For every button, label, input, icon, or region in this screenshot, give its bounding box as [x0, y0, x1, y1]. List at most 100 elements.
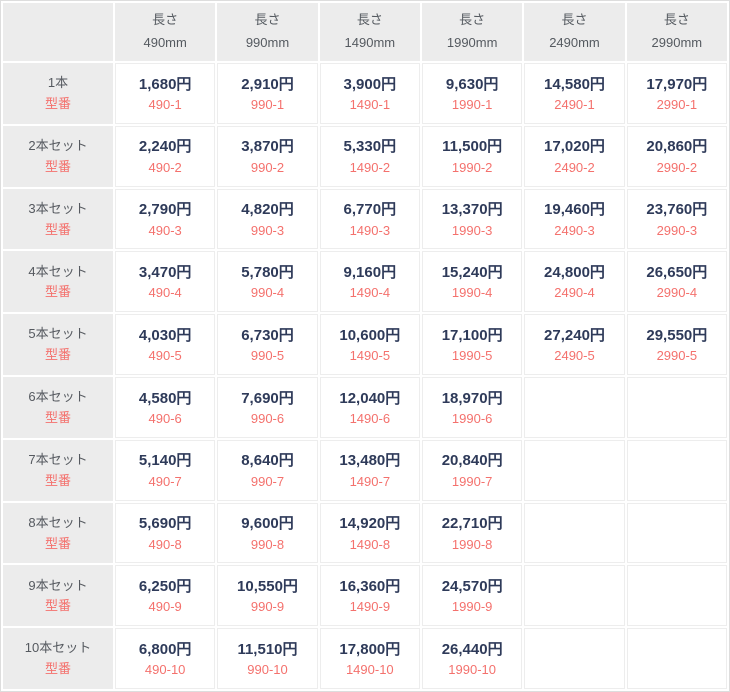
model-code-link[interactable]: 1990-8	[452, 536, 492, 554]
model-code-link[interactable]: 1990-5	[452, 347, 492, 365]
model-number-link[interactable]: 型番	[45, 220, 71, 240]
model-code-link[interactable]: 1990-6	[452, 410, 492, 428]
price-cell: 6,770円1490-3	[320, 189, 420, 250]
model-code-link[interactable]: 990-3	[251, 222, 284, 240]
table-row: 3本セット型番 2,790円490-3 4,820円990-3 6,770円1490-…	[3, 189, 727, 250]
length-value: 1490mm	[320, 32, 420, 55]
price-cell: 7,690円990-6	[217, 377, 317, 438]
price-cell: 5,690円490-8	[115, 503, 215, 564]
model-code-link[interactable]: 2990-5	[657, 347, 697, 365]
model-code-link[interactable]: 990-4	[251, 284, 284, 302]
model-code-link[interactable]: 1490-3	[350, 222, 390, 240]
price-cell: 26,440円1990-10	[422, 628, 522, 689]
model-code-link[interactable]: 490-1	[149, 96, 182, 114]
model-code-link[interactable]: 1990-1	[452, 96, 492, 114]
model-code-link[interactable]: 490-7	[149, 473, 182, 491]
model-code-link[interactable]: 490-8	[149, 536, 182, 554]
price-value: 23,760円	[628, 198, 726, 221]
row-label-cell: 8本セット型番	[3, 503, 113, 564]
price-value: 6,770円	[321, 198, 419, 221]
model-code-link[interactable]: 2990-3	[657, 222, 697, 240]
price-cell: 16,360円1490-9	[320, 565, 420, 626]
model-number-link[interactable]: 型番	[45, 659, 71, 679]
model-code-link[interactable]: 990-7	[251, 473, 284, 491]
model-code-link[interactable]: 990-6	[251, 410, 284, 428]
model-code-link[interactable]: 1990-4	[452, 284, 492, 302]
model-code-link[interactable]: 990-10	[247, 661, 287, 679]
model-code-link[interactable]: 990-9	[251, 598, 284, 616]
model-code-link[interactable]: 1990-9	[452, 598, 492, 616]
price-value: 17,100円	[423, 324, 521, 347]
model-code-link[interactable]: 490-10	[145, 661, 185, 679]
length-word: 長さ	[115, 9, 215, 32]
table-row: 5本セット型番4,030円490-56,730円990-510,600円1490…	[3, 314, 727, 375]
model-code-link[interactable]: 2490-4	[554, 284, 594, 302]
model-code-link[interactable]: 990-5	[251, 347, 284, 365]
length-value: 2490mm	[524, 32, 624, 55]
length-word: 長さ	[524, 9, 624, 32]
model-code-link[interactable]: 1990-2	[452, 159, 492, 177]
set-label: 3本セット	[3, 199, 113, 220]
model-code-link[interactable]: 490-3	[149, 222, 182, 240]
model-code-link[interactable]: 990-8	[251, 536, 284, 554]
model-number-link[interactable]: 型番	[45, 94, 71, 114]
set-label: 6本セット	[3, 387, 113, 408]
model-code-link[interactable]: 490-6	[149, 410, 182, 428]
model-code-link[interactable]: 1990-10	[448, 661, 496, 679]
price-cell: 2,240円490-2	[115, 126, 215, 187]
model-code-link[interactable]: 990-2	[251, 159, 284, 177]
price-value: 20,840円	[423, 449, 521, 472]
model-code-link[interactable]: 490-2	[149, 159, 182, 177]
model-code-link[interactable]: 2990-2	[657, 159, 697, 177]
model-code-link[interactable]: 2490-5	[554, 347, 594, 365]
model-code-link[interactable]: 1490-2	[350, 159, 390, 177]
model-number-link[interactable]: 型番	[45, 157, 71, 177]
table-row: 2本セット型番2,240円490-23,870円990-25,330円1490-…	[3, 126, 727, 187]
model-number-link[interactable]: 型番	[45, 596, 71, 616]
model-code-link[interactable]: 490-5	[149, 347, 182, 365]
model-code-link[interactable]: 1490-5	[350, 347, 390, 365]
price-value: 20,860円	[628, 135, 726, 158]
model-code-link[interactable]: 1990-7	[452, 473, 492, 491]
set-label: 5本セット	[3, 324, 113, 345]
table-row: 7本セット型番5,140円490-78,640円990-713,480円1490…	[3, 440, 727, 501]
price-value: 4,580円	[116, 387, 214, 410]
row-label-cell: 9本セット型番	[3, 565, 113, 626]
model-code-link[interactable]: 2990-4	[657, 284, 697, 302]
model-number-link[interactable]: 型番	[45, 345, 71, 365]
model-number-link[interactable]: 型番	[45, 408, 71, 428]
price-cell: 11,510円990-10	[217, 628, 317, 689]
model-code-link[interactable]: 1490-9	[350, 598, 390, 616]
model-code-link[interactable]: 2490-1	[554, 96, 594, 114]
price-cell: 20,860円2990-2	[627, 126, 727, 187]
table-row: 4本セット型番3,470円490-45,780円990-49,160円1490-…	[3, 251, 727, 312]
model-code-link[interactable]: 490-4	[149, 284, 182, 302]
model-code-link[interactable]: 1490-1	[350, 96, 390, 114]
model-number-link[interactable]: 型番	[45, 534, 71, 554]
price-cell: 2,910円990-1	[217, 63, 317, 124]
model-code-link[interactable]: 490-9	[149, 598, 182, 616]
model-code-link[interactable]: 1490-7	[350, 473, 390, 491]
model-code-link[interactable]: 2990-1	[657, 96, 697, 114]
price-cell: 12,040円1490-6	[320, 377, 420, 438]
model-code-link[interactable]: 2490-2	[554, 159, 594, 177]
empty-cell	[524, 565, 624, 626]
model-number-link[interactable]: 型番	[45, 282, 71, 302]
price-value: 4,820円	[218, 198, 316, 221]
model-code-link[interactable]: 1490-6	[350, 410, 390, 428]
price-cell: 14,580円2490-1	[524, 63, 624, 124]
model-code-link[interactable]: 1990-3	[452, 222, 492, 240]
model-code-link[interactable]: 1490-8	[350, 536, 390, 554]
model-code-link[interactable]: 1490-4	[350, 284, 390, 302]
price-value: 24,800円	[525, 261, 623, 284]
price-value: 17,970円	[628, 73, 726, 96]
model-number-link[interactable]: 型番	[45, 471, 71, 491]
model-code-link[interactable]: 2490-3	[554, 222, 594, 240]
price-cell: 9,600円990-8	[217, 503, 317, 564]
price-value: 2,790円	[116, 198, 214, 221]
price-value: 24,570円	[423, 575, 521, 598]
model-code-link[interactable]: 1490-10	[346, 661, 394, 679]
empty-cell	[627, 440, 727, 501]
price-cell: 8,640円990-7	[217, 440, 317, 501]
model-code-link[interactable]: 990-1	[251, 96, 284, 114]
